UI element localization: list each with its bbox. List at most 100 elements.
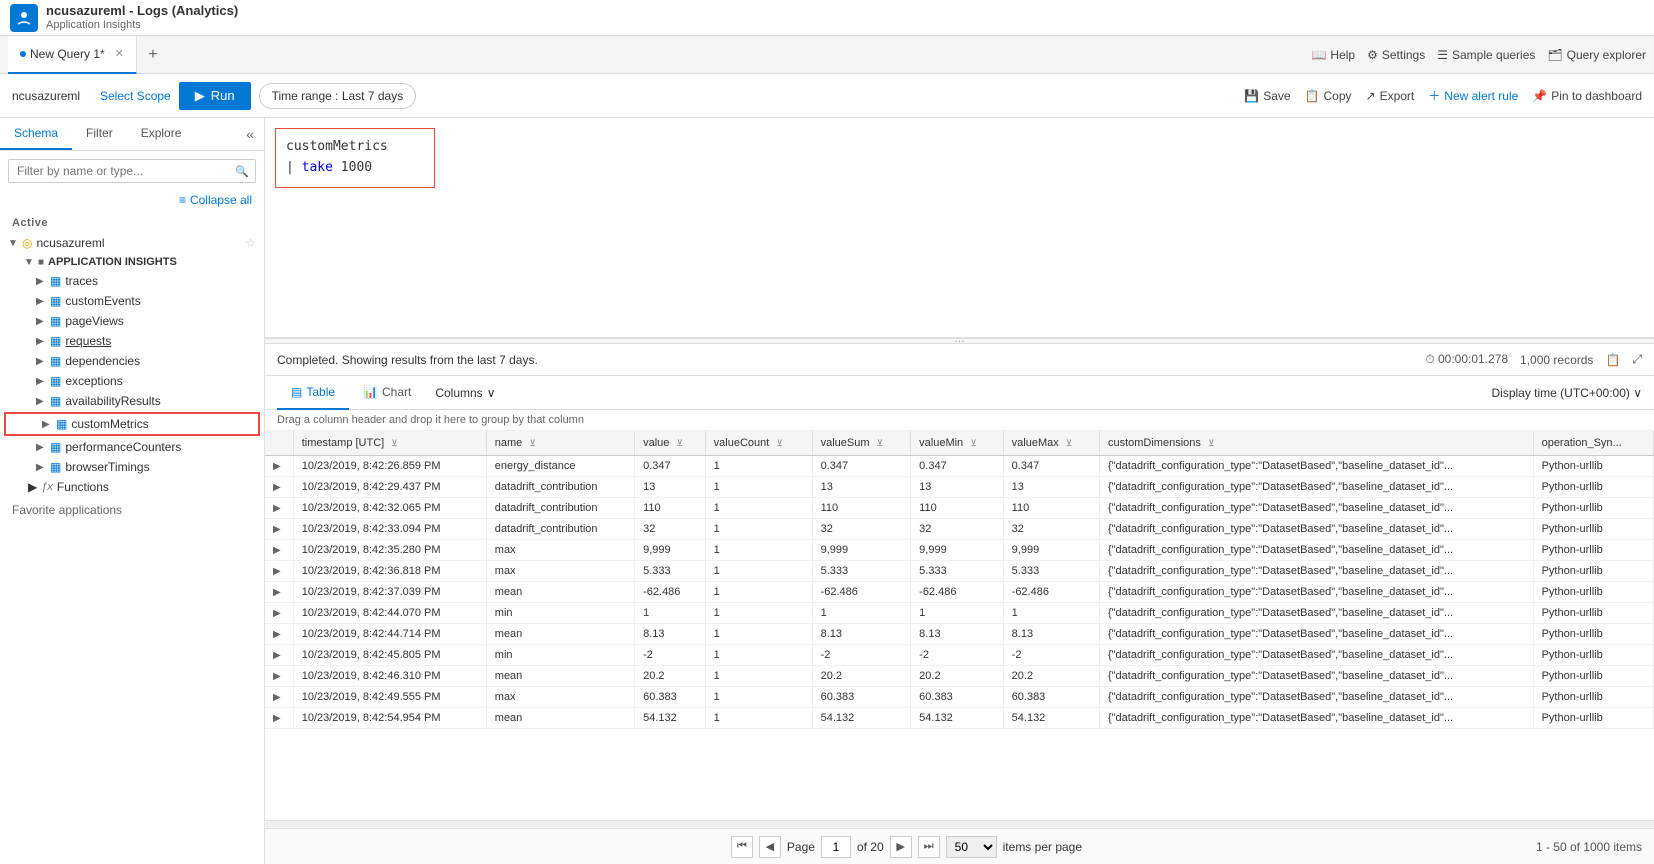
query-editor[interactable]: customMetrics | take 1000 (265, 118, 1654, 338)
name-filter-icon[interactable]: ⊻ (529, 438, 536, 448)
pin-to-dashboard-button[interactable]: 📌 Pin to dashboard (1532, 89, 1642, 103)
pagination-first-button[interactable]: ⏮ (731, 836, 753, 858)
row-valuemax-7: 1 (1003, 603, 1099, 624)
new-alert-rule-button[interactable]: ＋ New alert rule (1428, 87, 1518, 104)
col-valuecount[interactable]: valueCount ⊻ (705, 431, 812, 456)
collapse-all-button[interactable]: ≡ Collapse all (0, 191, 264, 213)
tab-new-query[interactable]: New Query 1* ✕ (8, 36, 137, 74)
tree-item-dependencies[interactable]: ▶ ▦ dependencies (0, 351, 264, 371)
tab-add-button[interactable]: + (137, 39, 169, 71)
sidebar-collapse-button[interactable]: « (236, 118, 264, 150)
pagination-page-input[interactable] (821, 836, 851, 858)
col-customdimensions[interactable]: customDimensions ⊻ (1099, 431, 1533, 456)
tree-item-browsertimings[interactable]: ▶ ▦ browserTimings (0, 457, 264, 477)
copy-button[interactable]: 📋 Copy (1305, 89, 1352, 103)
value-filter-icon[interactable]: ⊻ (676, 438, 683, 448)
pagination-prev-button[interactable]: ◀ (759, 836, 781, 858)
sidebar-search-input[interactable] (9, 160, 229, 182)
horizontal-scrollbar[interactable] (265, 820, 1654, 828)
table-row[interactable]: ▶ 10/23/2019, 8:42:44.714 PM mean 8.13 1… (265, 624, 1654, 645)
row-expand-4[interactable]: ▶ (265, 540, 293, 561)
tree-item-pageviews[interactable]: ▶ ▦ pageViews (0, 311, 264, 331)
tree-item-availabilityresults[interactable]: ▶ ▦ availabilityResults (0, 391, 264, 411)
tree-item-exceptions[interactable]: ▶ ▦ exceptions (0, 371, 264, 391)
row-expand-1[interactable]: ▶ (265, 477, 293, 498)
export-button[interactable]: ↗ Export (1366, 89, 1415, 103)
tab-close-icon[interactable]: ✕ (115, 47, 124, 60)
results-tab-chart[interactable]: 📊 Chart (349, 376, 425, 410)
table-row[interactable]: ▶ 10/23/2019, 8:42:54.954 PM mean 54.132… (265, 708, 1654, 729)
row-customdimensions-5: {"datadrift_configuration_type":"Dataset… (1099, 561, 1533, 582)
table-row[interactable]: ▶ 10/23/2019, 8:42:46.310 PM mean 20.2 1… (265, 666, 1654, 687)
row-valuemax-1: 13 (1003, 477, 1099, 498)
sidebar-content: Active ▼ ◎ ncusazureml ☆ ▼ ■ APPLICATION… (0, 213, 264, 864)
results-copy-icon[interactable]: 📋 (1605, 353, 1620, 367)
customdimensions-filter-icon[interactable]: ⊻ (1208, 438, 1215, 448)
sidebar-tab-schema[interactable]: Schema (0, 118, 72, 150)
functions-item[interactable]: ▶ ƒx Functions (0, 477, 264, 497)
time-range-button[interactable]: Time range : Last 7 days (259, 83, 417, 109)
app-group-item[interactable]: ▼ ■ APPLICATION INSIGHTS (0, 253, 264, 271)
pagination-next-button[interactable]: ▶ (890, 836, 912, 858)
tree-item-customevents[interactable]: ▶ ▦ customEvents (0, 291, 264, 311)
items-per-page-select[interactable]: 50 100 200 (946, 836, 997, 858)
row-expand-7[interactable]: ▶ (265, 603, 293, 624)
row-expand-10[interactable]: ▶ (265, 666, 293, 687)
select-scope-button[interactable]: Select Scope (100, 89, 171, 103)
col-value[interactable]: value ⊻ (635, 431, 706, 456)
timestamp-filter-icon[interactable]: ⊻ (391, 438, 398, 448)
row-expand-9[interactable]: ▶ (265, 645, 293, 666)
col-operation-syn[interactable]: operation_Syn... (1533, 431, 1653, 456)
valuemax-filter-icon[interactable]: ⊻ (1066, 438, 1073, 448)
tree-item-traces[interactable]: ▶ ▦ traces (0, 271, 264, 291)
run-button[interactable]: ▶ Run (179, 82, 251, 110)
tree-item-requests[interactable]: ▶ ▦ requests (0, 331, 264, 351)
valuesum-filter-icon[interactable]: ⊻ (877, 438, 884, 448)
valuecount-filter-icon[interactable]: ⊻ (776, 438, 783, 448)
query-box[interactable]: customMetrics | take 1000 (275, 128, 435, 188)
table-row[interactable]: ▶ 10/23/2019, 8:42:49.555 PM max 60.383 … (265, 687, 1654, 708)
table-row[interactable]: ▶ 10/23/2019, 8:42:29.437 PM datadrift_c… (265, 477, 1654, 498)
save-button[interactable]: 💾 Save (1244, 89, 1290, 103)
sidebar-tab-explore[interactable]: Explore (127, 118, 196, 150)
display-time-dropdown[interactable]: Display time (UTC+00:00) ∨ (1492, 386, 1643, 400)
table-row[interactable]: ▶ 10/23/2019, 8:42:44.070 PM min 1 1 1 1… (265, 603, 1654, 624)
table-row[interactable]: ▶ 10/23/2019, 8:42:36.818 PM max 5.333 1… (265, 561, 1654, 582)
col-valuesum[interactable]: valueSum ⊻ (812, 431, 911, 456)
row-expand-3[interactable]: ▶ (265, 519, 293, 540)
valuemin-filter-icon[interactable]: ⊻ (970, 438, 977, 448)
columns-dropdown[interactable]: Columns ∨ (425, 386, 505, 400)
sample-queries-button[interactable]: ☰ Sample queries (1437, 48, 1535, 62)
help-button[interactable]: 📖 Help (1311, 48, 1355, 62)
col-valuemax[interactable]: valueMax ⊻ (1003, 431, 1099, 456)
workspace-favorite-icon[interactable]: ☆ (245, 236, 256, 250)
row-expand-2[interactable]: ▶ (265, 498, 293, 519)
query-explorer-button[interactable]: 🗂 Query explorer (1547, 48, 1646, 62)
row-expand-12[interactable]: ▶ (265, 708, 293, 729)
row-expand-5[interactable]: ▶ (265, 561, 293, 582)
table-row[interactable]: ▶ 10/23/2019, 8:42:33.094 PM datadrift_c… (265, 519, 1654, 540)
row-expand-8[interactable]: ▶ (265, 624, 293, 645)
custommetrics-table-icon: ▦ (56, 417, 67, 431)
tree-item-custommetrics[interactable]: ▶ ▦ customMetrics (4, 412, 260, 436)
results-expand-icon[interactable]: ⤢ (1632, 352, 1642, 367)
row-expand-11[interactable]: ▶ (265, 687, 293, 708)
workspace-item[interactable]: ▼ ◎ ncusazureml ☆ (0, 233, 264, 253)
row-name-3: datadrift_contribution (486, 519, 634, 540)
tree-item-performancecounters[interactable]: ▶ ▦ performanceCounters (0, 437, 264, 457)
col-valuemin[interactable]: valueMin ⊻ (911, 431, 1004, 456)
sidebar-tab-filter[interactable]: Filter (72, 118, 127, 150)
settings-button[interactable]: ⚙ Settings (1367, 48, 1425, 62)
table-row[interactable]: ▶ 10/23/2019, 8:42:37.039 PM mean -62.48… (265, 582, 1654, 603)
pagination-last-button[interactable]: ⏭ (918, 836, 940, 858)
table-row[interactable]: ▶ 10/23/2019, 8:42:26.859 PM energy_dist… (265, 456, 1654, 477)
table-row[interactable]: ▶ 10/23/2019, 8:42:35.280 PM max 9,999 1… (265, 540, 1654, 561)
table-row[interactable]: ▶ 10/23/2019, 8:42:32.065 PM datadrift_c… (265, 498, 1654, 519)
col-timestamp[interactable]: timestamp [UTC] ⊻ (293, 431, 486, 456)
results-tab-table[interactable]: ▤ Table (277, 376, 349, 410)
table-row[interactable]: ▶ 10/23/2019, 8:42:45.805 PM min -2 1 -2… (265, 645, 1654, 666)
col-name[interactable]: name ⊻ (486, 431, 634, 456)
row-expand-0[interactable]: ▶ (265, 456, 293, 477)
row-expand-6[interactable]: ▶ (265, 582, 293, 603)
table-body: ▶ 10/23/2019, 8:42:26.859 PM energy_dist… (265, 456, 1654, 729)
